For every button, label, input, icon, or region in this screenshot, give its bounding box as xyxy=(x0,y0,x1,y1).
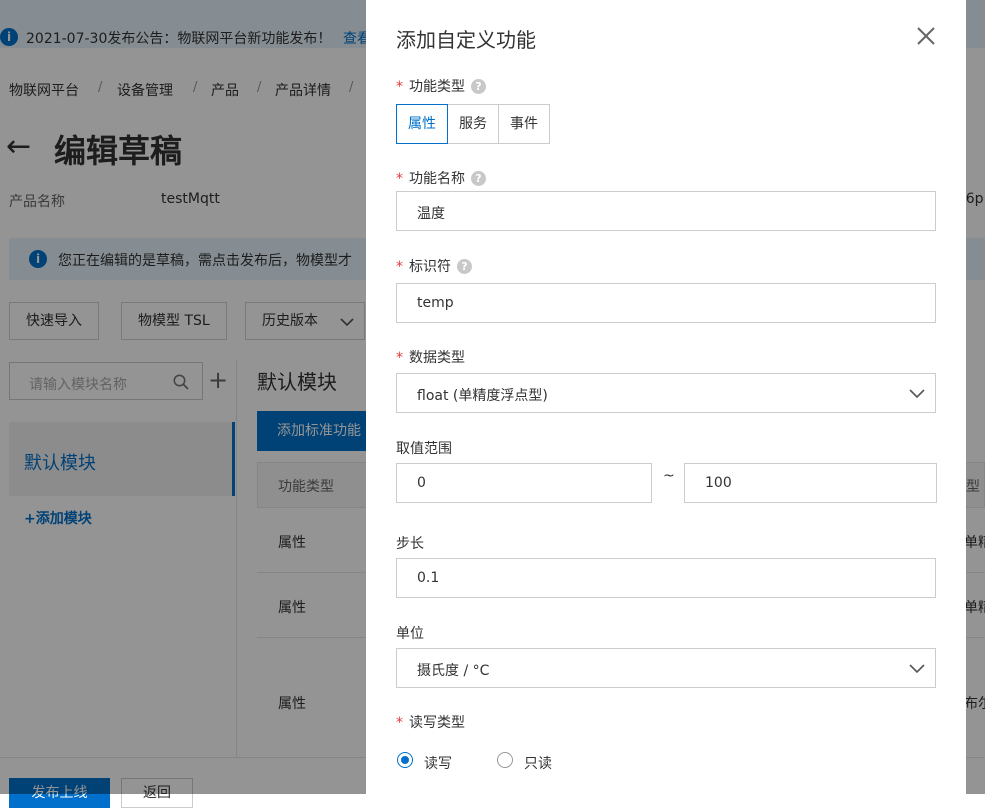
add-custom-function-dialog: 添加自定义功能 * 功能类型? 属性 服务 事件 * 功能名称? 温度 * 标识符? … xyxy=(366,0,966,794)
function-name-label: * 功能名称? xyxy=(396,168,486,188)
label-text: 数据类型 xyxy=(409,350,465,366)
required-mark: * xyxy=(396,171,403,187)
range-separator: ~ xyxy=(663,468,675,484)
rw-radio-read-write[interactable] xyxy=(397,752,413,768)
label-text: 功能名称 xyxy=(409,171,465,187)
label-text: 功能类型 xyxy=(409,79,465,95)
label-text: 读写类型 xyxy=(409,715,465,731)
required-mark: * xyxy=(396,350,403,366)
function-type-option-event[interactable]: 事件 xyxy=(498,104,550,144)
identifier-input[interactable]: temp xyxy=(396,283,936,323)
help-icon[interactable]: ? xyxy=(471,79,486,94)
close-icon[interactable] xyxy=(912,22,940,50)
range-max-value: 100 xyxy=(705,475,732,491)
help-icon[interactable]: ? xyxy=(457,259,472,274)
unit-select[interactable]: 摄氏度 / °C xyxy=(396,648,936,688)
rw-option-read-write-label[interactable]: 读写 xyxy=(424,753,452,773)
range-label: 取值范围 xyxy=(396,441,452,457)
rw-radio-read-only[interactable] xyxy=(497,752,513,768)
step-label: 步长 xyxy=(396,536,424,552)
range-min-value: 0 xyxy=(417,475,426,491)
label-text: 标识符 xyxy=(409,259,451,275)
identifier-value: temp xyxy=(417,295,454,311)
help-icon[interactable]: ? xyxy=(471,171,486,186)
rw-option-read-only-label[interactable]: 只读 xyxy=(524,753,552,773)
function-type-option-service[interactable]: 服务 xyxy=(447,104,499,144)
unit-label: 单位 xyxy=(396,626,424,642)
watermark: https://blog.csdn.net/C___JAVA xyxy=(750,766,962,782)
range-max-input[interactable]: 100 xyxy=(684,463,937,503)
data-type-label: * 数据类型 xyxy=(396,347,465,367)
function-type-label: * 功能类型? xyxy=(396,76,486,96)
chevron-down-icon xyxy=(909,389,925,399)
required-mark: * xyxy=(396,259,403,275)
step-value: 0.1 xyxy=(417,570,440,586)
data-type-value: float (单精度浮点型) xyxy=(417,388,548,404)
range-min-input[interactable]: 0 xyxy=(396,463,652,503)
step-input[interactable]: 0.1 xyxy=(396,558,936,598)
function-name-input[interactable]: 温度 xyxy=(396,191,936,231)
rw-type-label: * 读写类型 xyxy=(396,712,465,732)
chevron-down-icon xyxy=(909,664,925,674)
function-type-option-property[interactable]: 属性 xyxy=(396,104,448,144)
unit-value: 摄氏度 / °C xyxy=(417,663,490,679)
required-mark: * xyxy=(396,715,403,731)
required-mark: * xyxy=(396,79,403,95)
data-type-select[interactable]: float (单精度浮点型) xyxy=(396,373,936,413)
identifier-label: * 标识符? xyxy=(396,256,472,276)
function-name-value: 温度 xyxy=(417,206,445,222)
dialog-title: 添加自定义功能 xyxy=(396,28,536,52)
